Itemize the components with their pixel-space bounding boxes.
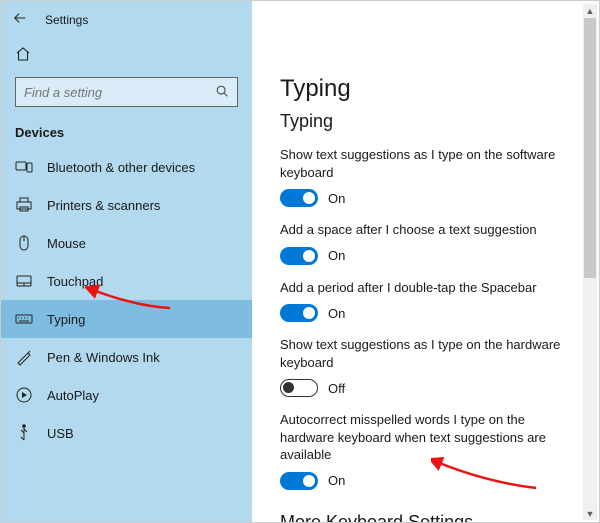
setting-label: Add a space after I choose a text sugges… bbox=[280, 221, 579, 239]
main-content: Typing Typing Show text suggestions as I… bbox=[252, 1, 599, 522]
sidebar-item-printers[interactable]: Printers & scanners bbox=[1, 186, 252, 224]
back-icon[interactable] bbox=[13, 11, 27, 28]
touchpad-icon bbox=[15, 272, 33, 290]
search-input[interactable] bbox=[15, 77, 238, 107]
printer-icon bbox=[15, 196, 33, 214]
toggle-switch[interactable] bbox=[280, 379, 318, 397]
toggle-switch[interactable] bbox=[280, 472, 318, 490]
toggle-state: On bbox=[328, 306, 345, 321]
section-heading-more: More Keyboard Settings bbox=[280, 512, 579, 522]
autoplay-icon bbox=[15, 386, 33, 404]
sidebar-item-usb[interactable]: USB bbox=[1, 414, 252, 452]
sidebar-item-label: USB bbox=[47, 426, 74, 441]
devices-icon bbox=[15, 158, 33, 176]
scrollbar-thumb[interactable] bbox=[584, 18, 596, 278]
sidebar-nav: Bluetooth & other devices Printers & sca… bbox=[1, 148, 252, 452]
search-field[interactable] bbox=[24, 85, 194, 100]
page-title: Typing bbox=[280, 75, 579, 103]
sidebar-item-autoplay[interactable]: AutoPlay bbox=[1, 376, 252, 414]
sidebar-item-label: Printers & scanners bbox=[47, 198, 160, 213]
mouse-icon bbox=[15, 234, 33, 252]
toggle-switch[interactable] bbox=[280, 304, 318, 322]
toggle-state: On bbox=[328, 191, 345, 206]
setting-row: Add a period after I double-tap the Spac… bbox=[280, 279, 579, 323]
scroll-up-icon[interactable]: ▲ bbox=[583, 4, 597, 17]
home-icon[interactable] bbox=[15, 50, 31, 65]
scroll-down-icon[interactable]: ▼ bbox=[583, 507, 597, 520]
toggle-switch[interactable] bbox=[280, 247, 318, 265]
window-title: Settings bbox=[45, 13, 88, 27]
keyboard-icon bbox=[15, 310, 33, 328]
sidebar: Settings Devices bbox=[1, 1, 252, 522]
setting-row: Show text suggestions as I type on the h… bbox=[280, 336, 579, 397]
setting-row: Add a space after I choose a text sugges… bbox=[280, 221, 579, 265]
setting-label: Show text suggestions as I type on the s… bbox=[280, 146, 579, 181]
section-heading-typing: Typing bbox=[280, 111, 579, 132]
sidebar-item-mouse[interactable]: Mouse bbox=[1, 224, 252, 262]
toggle-state: On bbox=[328, 473, 345, 488]
setting-label: Add a period after I double-tap the Spac… bbox=[280, 279, 579, 297]
sidebar-item-typing[interactable]: Typing bbox=[1, 300, 252, 338]
scrollbar[interactable]: ▲ ▼ bbox=[583, 4, 597, 520]
sidebar-section-header: Devices bbox=[1, 111, 252, 148]
sidebar-item-label: Mouse bbox=[47, 236, 86, 251]
toggle-state: Off bbox=[328, 381, 345, 396]
pen-icon bbox=[15, 348, 33, 366]
sidebar-item-bluetooth[interactable]: Bluetooth & other devices bbox=[1, 148, 252, 186]
sidebar-item-label: Pen & Windows Ink bbox=[47, 350, 160, 365]
sidebar-item-label: Typing bbox=[47, 312, 85, 327]
toggle-state: On bbox=[328, 248, 345, 263]
setting-row: Show text suggestions as I type on the s… bbox=[280, 146, 579, 207]
sidebar-item-label: Bluetooth & other devices bbox=[47, 160, 195, 175]
sidebar-item-label: AutoPlay bbox=[47, 388, 99, 403]
usb-icon bbox=[15, 424, 33, 442]
setting-row: Autocorrect misspelled words I type on t… bbox=[280, 411, 579, 490]
sidebar-item-pen[interactable]: Pen & Windows Ink bbox=[1, 338, 252, 376]
setting-label: Autocorrect misspelled words I type on t… bbox=[280, 411, 579, 464]
search-icon bbox=[215, 84, 229, 101]
setting-label: Show text suggestions as I type on the h… bbox=[280, 336, 579, 371]
sidebar-item-touchpad[interactable]: Touchpad bbox=[1, 262, 252, 300]
toggle-switch[interactable] bbox=[280, 189, 318, 207]
sidebar-item-label: Touchpad bbox=[47, 274, 103, 289]
